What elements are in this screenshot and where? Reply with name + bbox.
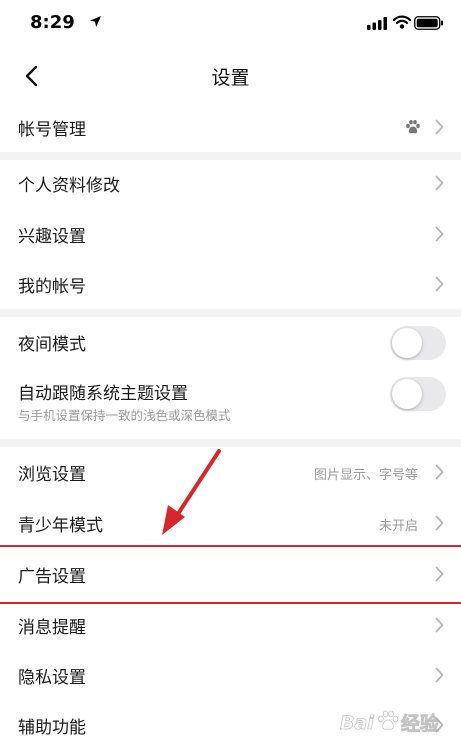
chevron-right-icon xyxy=(435,667,444,683)
my-account-row[interactable]: 我的帐号 xyxy=(0,259,461,309)
interest-settings-label: 兴趣设置 xyxy=(18,227,86,247)
profile-edit-row[interactable]: 个人资料修改 xyxy=(0,158,461,208)
battery-icon xyxy=(414,16,443,30)
ad-settings-label: 广告设置 xyxy=(18,567,86,587)
section-divider xyxy=(0,439,461,447)
svg-text:Bai: Bai xyxy=(340,712,374,734)
teen-mode-value: 未开启 xyxy=(378,519,418,534)
ad-settings-row[interactable]: 广告设置 xyxy=(0,549,461,599)
night-mode-toggle[interactable] xyxy=(390,326,446,360)
baidu-jingyan-watermark: Bai 经验 xyxy=(340,710,440,735)
follow-system-theme-toggle[interactable] xyxy=(390,377,446,411)
account-management-row[interactable]: 帐号管理 xyxy=(0,102,461,152)
profile-edit-label: 个人资料修改 xyxy=(18,176,120,196)
my-account-label: 我的帐号 xyxy=(18,277,86,297)
chevron-right-icon xyxy=(435,175,444,191)
chevron-right-icon xyxy=(435,566,444,582)
chevron-right-icon xyxy=(435,617,444,633)
chevron-right-icon xyxy=(435,515,444,531)
follow-system-theme-row: 自动跟随系统主题设置 与手机设置保持一致的浅色或深色模式 xyxy=(0,367,461,439)
baidu-paw-icon xyxy=(406,120,420,134)
account-management-label: 帐号管理 xyxy=(18,120,86,140)
privacy-settings-row[interactable]: 隐私设置 xyxy=(0,650,461,700)
chevron-right-icon xyxy=(435,276,444,292)
interest-settings-row[interactable]: 兴趣设置 xyxy=(0,209,461,259)
follow-system-theme-subtitle: 与手机设置保持一致的浅色或深色模式 xyxy=(18,408,231,423)
nav-bar: 设置 xyxy=(0,48,461,104)
follow-system-theme-label: 自动跟随系统主题设置 xyxy=(18,384,188,404)
teen-mode-label: 青少年模式 xyxy=(18,516,103,536)
section-divider xyxy=(0,309,461,317)
browse-settings-value: 图片显示、字号等 xyxy=(313,468,418,483)
toggle-knob xyxy=(392,328,422,358)
status-bar: 8:29 xyxy=(0,0,461,48)
chevron-right-icon xyxy=(435,119,444,135)
browse-settings-row[interactable]: 浏览设置 图片显示、字号等 xyxy=(0,447,461,497)
night-mode-row: 夜间模式 xyxy=(0,317,461,367)
signal-icon xyxy=(367,17,387,30)
notifications-label: 消息提醒 xyxy=(18,618,86,638)
accessibility-label: 辅助功能 xyxy=(18,718,86,738)
chevron-right-icon xyxy=(435,226,444,242)
status-time: 8:29 xyxy=(30,12,75,33)
notifications-row[interactable]: 消息提醒 xyxy=(0,600,461,650)
browse-settings-label: 浏览设置 xyxy=(18,465,86,485)
teen-mode-row[interactable]: 青少年模式 未开启 xyxy=(0,498,461,548)
chevron-right-icon xyxy=(435,464,444,480)
toggle-knob xyxy=(392,379,422,409)
location-arrow-icon xyxy=(90,16,101,27)
highlight-line-top xyxy=(0,545,461,547)
privacy-settings-label: 隐私设置 xyxy=(18,668,86,688)
svg-text:经验: 经验 xyxy=(401,712,440,735)
page-title: 设置 xyxy=(211,67,250,89)
night-mode-label: 夜间模式 xyxy=(18,335,86,355)
highlight-line-bottom xyxy=(0,602,461,604)
wifi-icon xyxy=(393,15,411,29)
